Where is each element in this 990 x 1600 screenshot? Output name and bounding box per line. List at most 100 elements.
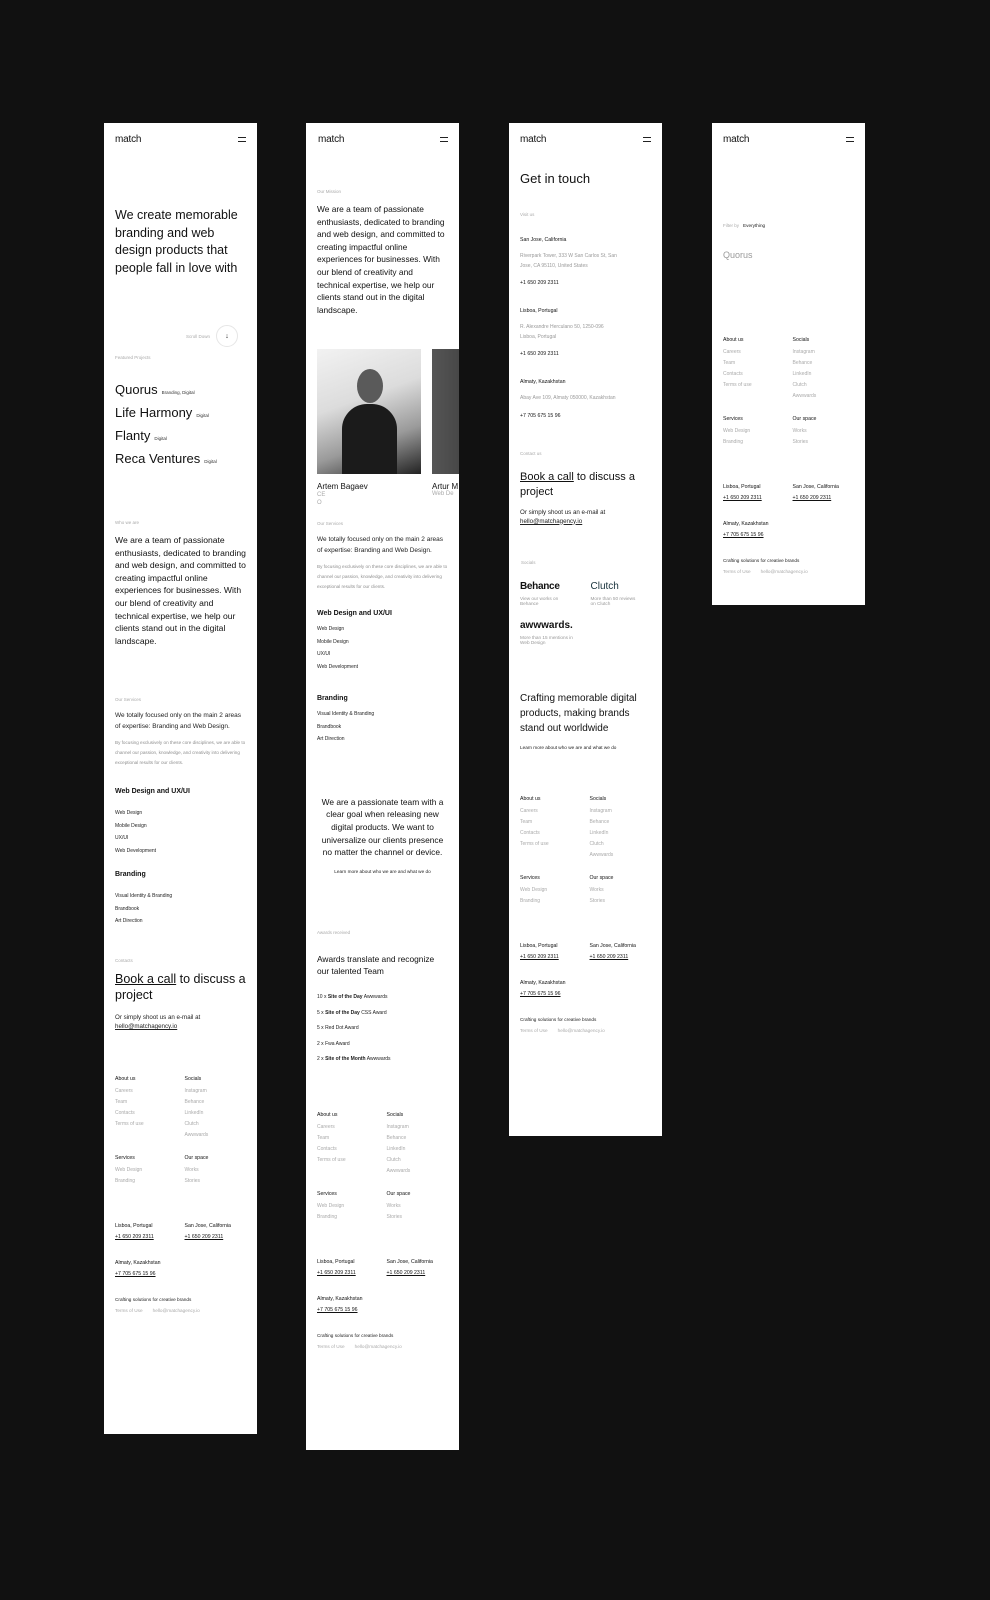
office-phone[interactable]: +1 650 209 2311	[520, 280, 651, 286]
footer-link[interactable]: LinkedIn	[185, 1108, 247, 1119]
footer-office-phone[interactable]: +1 650 209 2311	[723, 493, 785, 504]
logo[interactable]: match	[115, 134, 141, 145]
footer-link[interactable]: Awwwards	[387, 1166, 449, 1177]
footer-link[interactable]: Works	[387, 1201, 449, 1212]
footer-link[interactable]: Instagram	[185, 1086, 247, 1097]
footer-link[interactable]: Branding	[723, 437, 785, 448]
footer-link[interactable]: Awwwards	[793, 391, 855, 402]
footer-office-phone[interactable]: +1 650 209 2311	[317, 1268, 379, 1279]
footer-office-phone[interactable]: +7 705 675 15 96	[723, 530, 854, 541]
project-item[interactable]: Quorus	[723, 250, 854, 260]
footer-link[interactable]: LinkedIn	[590, 828, 652, 839]
footer-link[interactable]: Clutch	[793, 380, 855, 391]
learn-more-link[interactable]: Learn more about who we are and what we …	[520, 745, 651, 750]
footer-link[interactable]: Terms of use	[317, 1155, 379, 1166]
footer-link[interactable]: Clutch	[185, 1119, 247, 1130]
book-call-link[interactable]: Book a call	[520, 471, 574, 483]
footer-link[interactable]: Works	[185, 1165, 247, 1176]
footer-link[interactable]: Web Design	[317, 1201, 379, 1212]
email-link[interactable]: hello@matchagency.io	[520, 518, 582, 525]
footer-office-phone[interactable]: +1 650 209 2311	[115, 1232, 177, 1243]
menu-icon[interactable]	[440, 136, 448, 142]
footer-email-link[interactable]: hello@matchagency.io	[761, 569, 808, 574]
footer-email-link[interactable]: hello@matchagency.io	[355, 1344, 402, 1349]
footer-link[interactable]: Contacts	[723, 369, 785, 380]
footer-link[interactable]: Contacts	[115, 1108, 177, 1119]
footer-link[interactable]: Clutch	[387, 1155, 449, 1166]
footer-link[interactable]: Stories	[185, 1176, 247, 1187]
footer-link[interactable]: Careers	[115, 1086, 177, 1097]
footer-link[interactable]: Branding	[317, 1212, 379, 1223]
footer-link[interactable]: Behance	[793, 358, 855, 369]
footer-office-phone[interactable]: +1 650 209 2311	[793, 493, 855, 504]
footer-link[interactable]: Contacts	[317, 1144, 379, 1155]
team-member[interactable]: Artem Bagaev CEO	[317, 349, 421, 507]
office-phone[interactable]: +1 650 209 2311	[520, 351, 651, 357]
footer-link[interactable]: Stories	[793, 437, 855, 448]
footer-terms-link[interactable]: Terms of Use	[317, 1344, 345, 1349]
footer-office-phone[interactable]: +1 650 209 2311	[590, 952, 652, 963]
menu-icon[interactable]	[643, 136, 651, 142]
logo[interactable]: match	[318, 134, 344, 145]
footer-link[interactable]: Web Design	[520, 885, 582, 896]
footer-link[interactable]: Behance	[387, 1133, 449, 1144]
project-item[interactable]: Flanty Digital	[115, 428, 246, 443]
footer-office-phone[interactable]: +1 650 209 2311	[520, 952, 582, 963]
social-behance[interactable]: Behance View our works on Behance	[520, 581, 581, 606]
footer-link[interactable]: Branding	[520, 896, 582, 907]
menu-icon[interactable]	[238, 136, 246, 142]
project-item[interactable]: Life Harmony Digital	[115, 405, 246, 420]
footer-office-phone[interactable]: +7 705 675 15 96	[520, 989, 651, 1000]
logo[interactable]: match	[520, 134, 546, 145]
menu-icon[interactable]	[846, 136, 854, 142]
footer-link[interactable]: Careers	[520, 806, 582, 817]
footer-link[interactable]: Branding	[115, 1176, 177, 1187]
footer-link[interactable]: Team	[520, 817, 582, 828]
footer-terms-link[interactable]: Terms of Use	[520, 1028, 548, 1033]
footer-link[interactable]: LinkedIn	[387, 1144, 449, 1155]
footer-link[interactable]: Careers	[723, 347, 785, 358]
book-call-link[interactable]: Book a call	[115, 972, 176, 986]
footer-office-phone[interactable]: +7 705 675 15 96	[115, 1269, 246, 1280]
footer-link[interactable]: Careers	[317, 1122, 379, 1133]
office-phone[interactable]: +7 705 675 15 96	[520, 413, 651, 419]
footer-link[interactable]: Stories	[387, 1212, 449, 1223]
footer-link[interactable]: Web Design	[115, 1165, 177, 1176]
footer-email-link[interactable]: hello@matchagency.io	[153, 1308, 200, 1313]
footer-link[interactable]: Awwwards	[590, 850, 652, 861]
logo[interactable]: match	[723, 134, 749, 145]
footer-office-phone[interactable]: +1 650 209 2311	[185, 1232, 247, 1243]
footer-link[interactable]: Behance	[185, 1097, 247, 1108]
footer-link[interactable]: Terms of use	[723, 380, 785, 391]
team-carousel[interactable]: Artem Bagaev CEO Artur M Web De	[317, 349, 459, 507]
filter-dropdown[interactable]: Everything	[743, 223, 765, 228]
scroll-down-button[interactable]: ↓	[216, 325, 238, 347]
footer-link[interactable]: Team	[723, 358, 785, 369]
social-awwwards[interactable]: awwwards. More than 15 mentions in Web D…	[520, 620, 581, 645]
team-member[interactable]: Artur M Web De	[432, 349, 459, 507]
footer-link[interactable]: Works	[793, 426, 855, 437]
footer-office-phone[interactable]: +7 705 675 15 96	[317, 1305, 448, 1316]
footer-link[interactable]: Instagram	[793, 347, 855, 358]
footer-terms-link[interactable]: Terms of Use	[115, 1308, 143, 1313]
footer-link[interactable]: Terms of use	[115, 1119, 177, 1130]
footer-link[interactable]: Terms of use	[520, 839, 582, 850]
footer-link[interactable]: Instagram	[590, 806, 652, 817]
footer-link[interactable]: Team	[115, 1097, 177, 1108]
project-item[interactable]: Reca Ventures Digital	[115, 451, 246, 466]
project-item[interactable]: Quorus Branding, Digital	[115, 382, 246, 397]
email-link[interactable]: hello@matchagency.io	[115, 1023, 177, 1030]
footer-link[interactable]: LinkedIn	[793, 369, 855, 380]
footer-link[interactable]: Awwwards	[185, 1130, 247, 1141]
footer-link[interactable]: Clutch	[590, 839, 652, 850]
learn-more-link[interactable]: Learn more about who we are and what we …	[317, 869, 448, 874]
footer-link[interactable]: Stories	[590, 896, 652, 907]
social-clutch[interactable]: Clutch More than 50 reviews on Clutch	[591, 581, 652, 606]
footer-email-link[interactable]: hello@matchagency.io	[558, 1028, 605, 1033]
footer-link[interactable]: Behance	[590, 817, 652, 828]
footer-office-phone[interactable]: +1 650 209 2311	[387, 1268, 449, 1279]
footer-link[interactable]: Instagram	[387, 1122, 449, 1133]
footer-link[interactable]: Web Design	[723, 426, 785, 437]
footer-link[interactable]: Works	[590, 885, 652, 896]
footer-terms-link[interactable]: Terms of Use	[723, 569, 751, 574]
